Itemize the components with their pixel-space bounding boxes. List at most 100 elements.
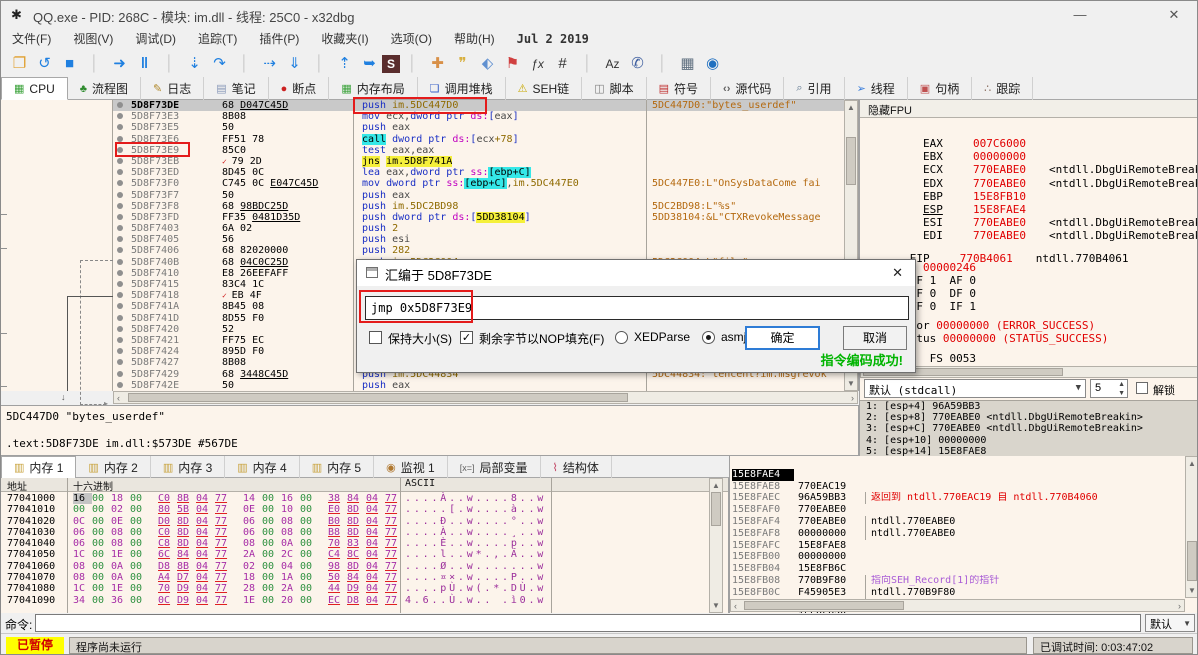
menu-item[interactable]: 调试(D) (124, 29, 187, 50)
dump-byte[interactable]: 0A (281, 538, 300, 549)
toolbar-icon[interactable]: ‖ (132, 53, 157, 75)
dump-byte[interactable]: A4 (158, 572, 177, 583)
toolbar-icon[interactable]: │ (650, 53, 675, 75)
toolbar-icon[interactable]: ⚑ (500, 53, 525, 75)
breakpoint-dot[interactable] (113, 301, 127, 312)
dump-bytes[interactable]: 16 00 18 00 C0 8B 04 77 14 00 16 00 38 84 04 77 (73, 493, 404, 505)
dump-byte[interactable]: 00 (262, 538, 281, 549)
dump-byte[interactable]: 1E (111, 583, 130, 594)
dump-byte[interactable]: 00 (262, 595, 281, 606)
dump-bytes[interactable]: 1C 00 1E 00 70 D9 04 77 28 00 2A 00 44 D9 04 77 (73, 583, 404, 594)
dump-byte[interactable]: 77 (215, 538, 234, 549)
toolbar-icon[interactable]: ⇡ (332, 53, 357, 75)
dump-byte[interactable]: 70 (158, 583, 177, 594)
dump-byte[interactable]: 00 (262, 504, 281, 515)
dump-ascii[interactable]: ....À..w....¸..w (405, 527, 546, 538)
dump-byte[interactable]: 00 (300, 561, 319, 572)
address[interactable]: 5D8F73F7 (129, 190, 215, 201)
dump-ascii[interactable]: ....pÙ.w(.*.DÙ.w (405, 583, 546, 594)
bottom-tab[interactable]: ▥ 内存 4 (225, 456, 300, 479)
dump-byte[interactable]: EC (328, 595, 347, 606)
dump-byte[interactable]: 08 (73, 572, 92, 583)
breakpoint-dot[interactable] (113, 212, 127, 223)
dump-byte[interactable]: 98 (328, 561, 347, 572)
dump-byte[interactable]: C0 (158, 527, 177, 538)
dump-byte[interactable]: 20 (281, 595, 300, 606)
dump-row[interactable]: 77041070 08 00 0A 00 A4 D7 04 77 18 00 1A 00 50 84 04 7… (1, 572, 728, 583)
disassembly-row[interactable]: 5D8F7403 6A 02 push 2 (113, 223, 844, 235)
dump-byte[interactable]: 1E (111, 549, 130, 560)
dump-byte[interactable]: 77 (215, 561, 234, 572)
dump-byte[interactable]: D9 (177, 595, 196, 606)
dump-byte[interactable]: 16 (73, 493, 92, 505)
toolbar-icon[interactable]: ⬖ (475, 53, 500, 75)
dump-row[interactable]: 77041080 1C 00 1E 00 70 D9 04 77 28 00 2A 00 44 D9 04 7… (1, 583, 728, 594)
nop-fill-checkbox[interactable]: ✓ (460, 331, 473, 344)
toolbar-icon[interactable]: S (382, 54, 400, 73)
dump-byte[interactable]: 8D (347, 561, 366, 572)
toolbar-icon[interactable]: ↺ (32, 53, 57, 75)
dump-row[interactable]: 77041040 06 00 08 00 C8 8D 04 77 08 00 0A 00 70 83 04 7… (1, 538, 728, 549)
address[interactable]: 5D8F7424 (129, 346, 215, 357)
dump-byte[interactable]: 8C (347, 549, 366, 560)
comment[interactable] (646, 167, 844, 179)
breakpoint-dot[interactable] (113, 190, 127, 201)
menu-item[interactable]: 帮助(H) (443, 29, 506, 50)
dump-byte[interactable]: 0E (243, 504, 262, 515)
dump-byte[interactable]: C8 (158, 538, 177, 549)
dump-byte[interactable]: 00 (130, 595, 149, 606)
toolbar-icon[interactable]: ↷ (207, 53, 232, 75)
register-row[interactable]: EAX 007C6000 (870, 124, 1197, 150)
cancel-button[interactable]: 取消 (843, 326, 907, 350)
dump-byte[interactable]: 77 (215, 595, 234, 606)
comment[interactable] (646, 133, 844, 145)
disassembly-row[interactable]: 5D8F73F0 C745 0C E047C45D mov dword ptr … (113, 178, 844, 190)
dump-bytes[interactable]: 08 00 0A 00 D8 8B 04 77 02 00 04 00 98 8D 04 77 (73, 561, 404, 572)
dump-byte[interactable]: 1E (243, 595, 262, 606)
dump-ascii[interactable]: ....l..w*.,.Ä..w (405, 549, 546, 560)
breakpoint-dot[interactable] (113, 313, 127, 324)
dump-byte[interactable]: 77 (215, 527, 234, 538)
dump-address[interactable]: 77041030 (7, 527, 55, 538)
breakpoint-dot[interactable] (113, 357, 127, 368)
scroll-left-icon[interactable]: ‹ (734, 600, 737, 612)
stack-row[interactable]: 15E8FAE4 770EAC19 返回到 ntdll.770EAC19 自 n… (730, 457, 1184, 505)
address[interactable]: 5D8F7405 (129, 234, 215, 245)
dump-address[interactable]: 77041090 (7, 595, 55, 606)
stack-row[interactable]: 15E8FB0C 00000000 (730, 575, 1184, 610)
dump-byte[interactable]: 00 (262, 527, 281, 538)
dump-byte[interactable]: 04 (366, 527, 385, 538)
dump-byte[interactable]: 77 (385, 504, 404, 515)
breakpoint-dot[interactable] (113, 346, 127, 357)
toolbar-icon[interactable]: ⇢ (257, 53, 282, 75)
address[interactable]: 5D8F73EB (129, 156, 215, 167)
scroll-down-icon[interactable]: ▼ (1186, 586, 1197, 595)
dump-byte[interactable]: 8D (347, 504, 366, 515)
dump-ascii[interactable]: ....Ø..w.......w (405, 561, 546, 572)
menu-item[interactable]: 追踪(T) (187, 29, 248, 50)
dump-ascii[interactable]: ....Ð..w....°..w (405, 516, 546, 527)
dump-byte[interactable]: 6C (158, 549, 177, 560)
toolbar-icon[interactable]: ƒx (525, 53, 550, 75)
dump-byte[interactable]: 06 (243, 527, 262, 538)
dump-byte[interactable]: 04 (196, 493, 215, 504)
argument-row[interactable]: 2: [esp+8] 770EABE0 <ntdll.DbgUiRemoteBr… (860, 412, 1197, 423)
address[interactable]: 5D8F741D (129, 313, 215, 324)
comment[interactable] (646, 122, 844, 134)
dump-bytes[interactable]: 00 00 02 00 80 5B 04 77 0E 00 10 00 E0 8D 04 77 (73, 504, 404, 515)
dump-byte[interactable]: 5B (177, 504, 196, 515)
toolbar-icon[interactable]: ✚ (425, 53, 450, 75)
stack-row[interactable]: 15E8FB04 770B9F80 ntdll.770B9F80 (730, 551, 1184, 599)
disassembly-row[interactable]: 5D8F73E9 85C0 test eax,eax (113, 144, 844, 156)
address[interactable]: 5D8F7410 (129, 268, 215, 279)
dialog-close-icon[interactable]: ✕ (892, 265, 903, 281)
dump-address[interactable]: 77041070 (7, 572, 55, 583)
breakpoint-dot[interactable] (113, 324, 127, 335)
dump-byte[interactable]: 06 (73, 538, 92, 549)
scroll-thumb[interactable] (744, 601, 904, 610)
instruction[interactable]: push 282 (353, 245, 646, 257)
dump-byte[interactable]: 77 (215, 516, 234, 527)
register-row[interactable]: EDX770EABE0<ntdll.DbgUiRemoteBreakin> (870, 164, 1197, 190)
stack-row[interactable]: 15E8FB00 15E8FB6C 指向SEH_Record[1]的指针 (730, 540, 1184, 587)
instruction[interactable]: jns im.5D8F741A (353, 155, 646, 168)
